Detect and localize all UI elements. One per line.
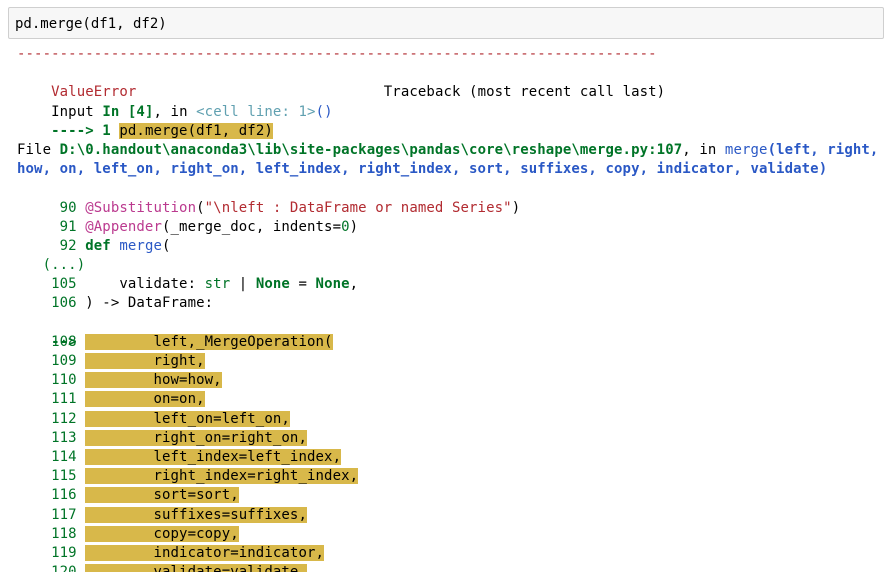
code-token: DataFrame: (119, 295, 214, 312)
traceback-header: Traceback (most recent call last) (383, 84, 666, 101)
highlighted-code: right_index=right_index, (85, 468, 359, 485)
code-token: @Substitution (85, 199, 197, 216)
line-number: 92 (17, 237, 86, 254)
code-token: , (349, 276, 359, 293)
highlighted-code: left_on=left_on, (85, 410, 290, 427)
line-number: 120 (17, 564, 85, 572)
line-number: 109 (17, 353, 86, 370)
source-line: 92 def merge( (17, 237, 887, 256)
arrow-code-107-hl: _MergeOperation( (196, 333, 333, 350)
line-number: 91 (17, 218, 86, 235)
input-ref: In [4] (102, 103, 154, 120)
highlighted-source-line: 111 on=on, (17, 390, 887, 409)
code-token: str (204, 276, 231, 293)
highlighted-code: right, (85, 353, 205, 370)
code-token: None (255, 276, 290, 293)
file-path: D:\0.handout\anaconda3\lib\site-packages… (59, 141, 683, 158)
line-number: 116 (17, 487, 86, 504)
error-type: ValueError (51, 84, 137, 101)
highlighted-source-line: 108 left, (17, 333, 887, 352)
source-lines: 90 @Substitution("\nleft : DataFrame or … (17, 199, 887, 314)
code-token: -> (102, 295, 120, 312)
input-in: , in (153, 103, 197, 120)
code-token: = (289, 276, 316, 293)
highlighted-source-line: 110 how=how, (17, 371, 887, 390)
code-token: "\nleft : DataFrame or named Series" (204, 199, 512, 216)
highlighted-code: right_on=right_on, (85, 429, 307, 446)
highlighted-code: how=how, (85, 372, 222, 389)
code-token: | (230, 276, 256, 293)
highlighted-source-line: 109 right, (17, 352, 887, 371)
arrow-marker-1: ----> 1 (51, 122, 120, 139)
file-in: , in (682, 141, 725, 158)
cell-paren: () (315, 103, 333, 120)
line-number: 111 (17, 391, 86, 408)
line-number: 113 (17, 429, 86, 446)
line-number: 110 (17, 372, 86, 389)
highlighted-source-line: 120 validate=validate, (17, 563, 887, 572)
code-token: ( (196, 199, 205, 216)
highlighted-code: copy=copy, (85, 525, 239, 542)
highlighted-code: validate=validate, (85, 564, 307, 572)
func-name: merge (724, 141, 768, 158)
code-token: ) (85, 295, 103, 312)
highlighted-code: sort=sort, (85, 487, 239, 504)
code-token: def (85, 237, 111, 254)
highlighted-source-line: 112 left_on=left_on, (17, 410, 887, 429)
code-token: 0 (341, 218, 350, 235)
source-line: 105 validate: str | None = None, (17, 275, 887, 294)
line-number: 118 (17, 525, 86, 542)
code-token: = (332, 218, 342, 235)
file-prefix: File (17, 141, 60, 158)
line-number: 112 (17, 410, 86, 427)
line-number: 105 (17, 276, 86, 293)
line-number: 114 (17, 448, 86, 465)
line-number: 119 (17, 544, 86, 561)
code-token: ( (162, 237, 171, 254)
cell-line-ref: <cell line: 1> (196, 103, 316, 120)
input-code[interactable]: pd.merge(df1, df2) (15, 15, 167, 33)
highlighted-source-line: 114 left_index=left_index, (17, 448, 887, 467)
source-line: (...) (17, 256, 887, 275)
highlighted-source-line: 118 copy=copy, (17, 525, 887, 544)
line-number: (...) (17, 257, 86, 274)
traceback-output: ----------------------------------------… (17, 45, 887, 572)
code-token: None (315, 276, 350, 293)
source-line: 91 @Appender(_merge_doc, indents=0) (17, 218, 887, 237)
highlighted-source-line: 116 sort=sort, (17, 486, 887, 505)
code-token: @Appender (85, 218, 162, 235)
line-number: 90 (17, 199, 86, 216)
header-spacer (136, 84, 383, 100)
highlighted-code: indicator=indicator, (85, 544, 325, 561)
traceback-header-line: ValueError Traceback (most recent call l… (17, 64, 887, 100)
file-frame-line: File D:\0.handout\anaconda3\lib\site-pac… (17, 141, 887, 199)
input-label: Input (51, 103, 103, 120)
traceback-separator: ----------------------------------------… (17, 46, 657, 62)
highlighted-code: left_index=left_index, (85, 448, 342, 465)
code-token: (_merge_doc, indents (162, 218, 333, 235)
highlighted-source-line: 113 right_on=right_on, (17, 429, 887, 448)
highlighted-lines: 108 left, 109 right, 110 how=how, 111 on… (17, 333, 887, 572)
highlighted-code: on=on, (85, 391, 205, 408)
highlighted-source-line: 117 suffixes=suffixes, (17, 506, 887, 525)
code-input-cell[interactable]: pd.merge(df1, df2) (8, 7, 884, 39)
source-line: 106 ) -> DataFrame: (17, 294, 887, 313)
highlighted-source-line: 119 indicator=indicator, (17, 544, 887, 563)
highlighted-source-line: 115 right_index=right_index, (17, 467, 887, 486)
line-number: 117 (17, 506, 86, 523)
code-token: ) (511, 199, 521, 216)
source-line: 90 @Substitution("\nleft : DataFrame or … (17, 199, 887, 218)
code-token: validate: (85, 276, 205, 293)
line-number: 115 (17, 468, 86, 485)
highlighted-code: left, (85, 333, 197, 350)
arrow-code-1: pd.merge(df1, df2) (119, 122, 273, 139)
highlighted-code: suffixes=suffixes, (85, 506, 307, 523)
code-token: ) (349, 218, 359, 235)
code-token: merge (119, 237, 163, 254)
arrow-line-107: --> 107 op = _MergeOperation( (17, 314, 887, 350)
line-number: 106 (17, 295, 86, 312)
line-number: 108 (17, 333, 86, 350)
